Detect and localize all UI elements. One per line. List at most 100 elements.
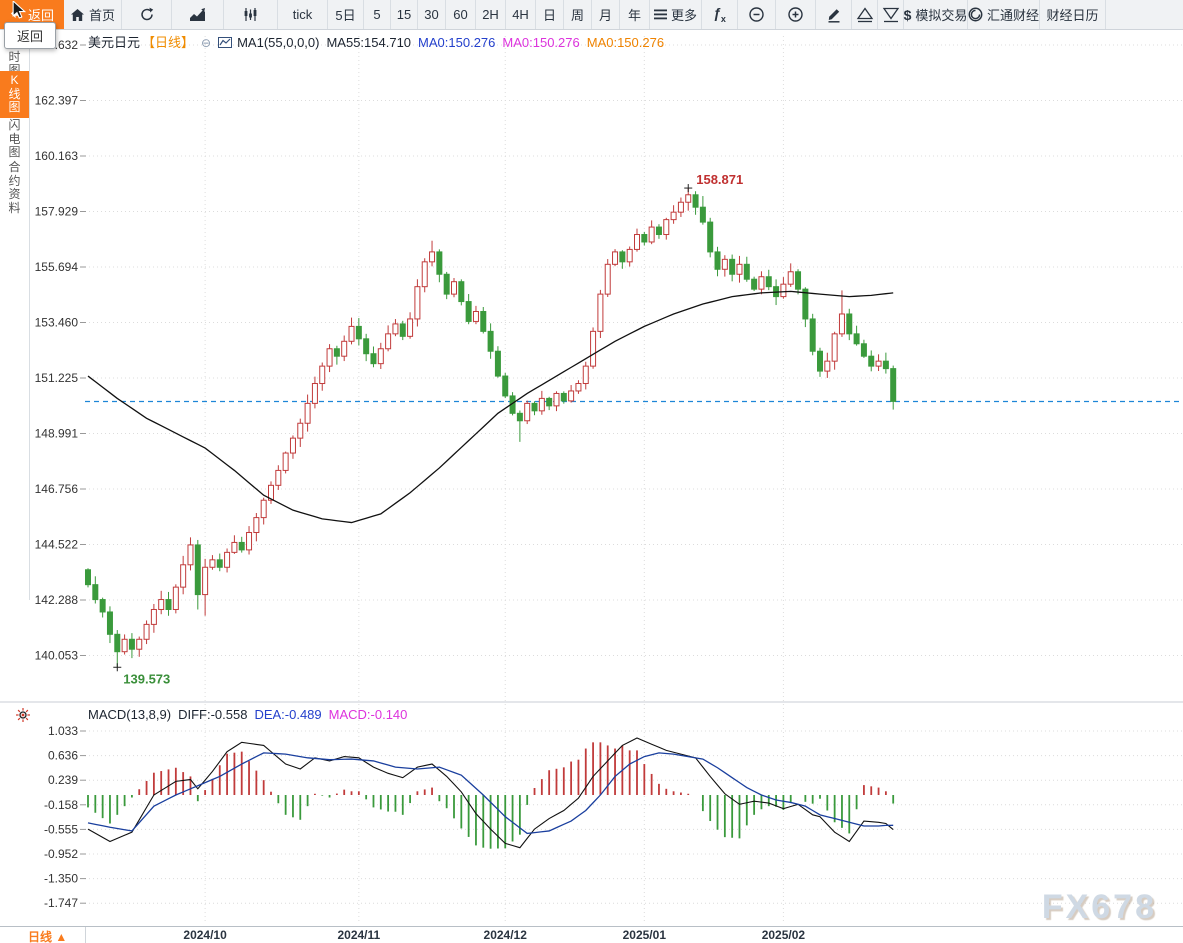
toolbar-tick-button[interactable]: tick — [278, 0, 328, 29]
toolbar-5d-button[interactable]: 5日 — [328, 0, 364, 29]
candle-body — [832, 334, 837, 361]
candle-body — [422, 262, 427, 287]
candle-body — [744, 264, 749, 279]
toolbar-15-button[interactable]: 15 — [391, 0, 418, 29]
candle-body — [400, 324, 405, 336]
toolbar-day-label: 日 — [543, 5, 556, 24]
candle-body — [737, 264, 742, 274]
toolbar-5-button[interactable]: 5 — [364, 0, 391, 29]
macd-value: MACD:-0.140 — [329, 707, 408, 722]
toolbar-60-button[interactable]: 60 — [446, 0, 476, 29]
price-axis-label: 153.460 — [35, 316, 79, 330]
candle-body — [752, 279, 757, 289]
macd-axis-label: 1.033 — [48, 724, 78, 738]
candle-body — [452, 282, 457, 294]
candle-body — [93, 585, 98, 600]
macd-axis-label: -1.350 — [44, 872, 78, 886]
candle-body — [598, 294, 603, 331]
toolbar-tick-label: tick — [293, 7, 313, 22]
toolbar-filler — [1106, 0, 1183, 29]
candle-body — [225, 552, 230, 567]
axis-separator — [85, 927, 86, 943]
indicator-settings-icon[interactable] — [16, 708, 30, 727]
candle-body — [576, 384, 581, 391]
toolbar-month-button[interactable]: 月 — [592, 0, 620, 29]
toolbar-zoom-in-button[interactable] — [776, 0, 816, 29]
candle-body — [839, 314, 844, 334]
toolbar-marker-up-button[interactable] — [852, 0, 878, 29]
diff-value: DIFF:-0.558 — [178, 707, 247, 722]
toolbar-4h-button[interactable]: 4H — [506, 0, 536, 29]
triangle-down-icon — [882, 7, 900, 23]
toolbar-marker-down-button[interactable] — [878, 0, 904, 29]
candle-body — [759, 277, 764, 289]
candle-body — [195, 545, 200, 595]
period-label: 【日线】 — [142, 35, 194, 50]
toolbar-day-button[interactable]: 日 — [536, 0, 564, 29]
candle-body — [188, 545, 193, 565]
price-axis-label: 142.288 — [35, 593, 79, 607]
candle-body — [693, 195, 698, 207]
ma55-value: MA55:154.710 — [326, 35, 411, 50]
candle-body — [203, 567, 208, 594]
toolbar-huitong-news-label: 汇通财经 — [987, 5, 1039, 24]
candle-body — [349, 326, 354, 341]
sidebar-item-kline-chart[interactable]: K 线 图 — [0, 71, 29, 118]
candle-body — [525, 403, 530, 420]
price-axis-label: 140.053 — [35, 649, 79, 663]
toolbar-calendar-button[interactable]: 财经日历 — [1040, 0, 1106, 29]
candle-body — [620, 252, 625, 262]
toolbar-week-button[interactable]: 周 — [564, 0, 592, 29]
toolbar-year-button[interactable]: 年 — [620, 0, 650, 29]
period-selector[interactable]: 日线 ▲ — [28, 928, 67, 943]
price-axis-label: 162.397 — [35, 94, 79, 108]
toolbar-2h-button[interactable]: 2H — [476, 0, 506, 29]
candle-body — [796, 272, 801, 289]
toolbar-refresh-button[interactable] — [122, 0, 172, 29]
toolbar-30-button[interactable]: 30 — [418, 0, 446, 29]
candle-body — [722, 259, 727, 269]
candle-body — [210, 560, 215, 567]
candle-body — [459, 282, 464, 302]
candle-body — [656, 227, 661, 234]
toolbar-4h-label: 4H — [512, 7, 529, 22]
indicator-box-icon[interactable] — [218, 35, 232, 50]
sidebar-item-contract-info[interactable]: 合 约 资 料 — [0, 158, 29, 218]
eye-toggle-icon[interactable]: ⊖ — [201, 36, 211, 50]
toolbar-line-chart-button[interactable] — [172, 0, 224, 29]
toolbar-candlestick-button[interactable] — [224, 0, 278, 29]
candle-body — [247, 533, 252, 550]
candle-body — [415, 287, 420, 319]
toolbar-huitong-news-button[interactable]: 汇通财经 — [968, 0, 1040, 29]
sidebar-item-lightning-chart[interactable]: 闪 电 图 — [0, 116, 29, 163]
price-axis-label: 146.756 — [35, 482, 79, 496]
candle-body — [217, 560, 222, 567]
toolbar-more-button[interactable]: 更多 — [650, 0, 702, 29]
candle-body — [378, 349, 383, 364]
low-marker — [113, 663, 121, 671]
toolbar-sim-trading-button[interactable]: $模拟交易 — [904, 0, 968, 29]
candle-body — [100, 600, 105, 612]
zoom-in-icon — [787, 6, 804, 23]
candle-body — [466, 302, 471, 322]
candle-body — [364, 339, 369, 354]
price-axis-label: 144.522 — [35, 538, 79, 552]
toolbar-home-button[interactable]: 首页 — [64, 0, 122, 29]
top-toolbar: 返回 首页tick5日51530602H4H日周月年更多ƒx$模拟交易汇通财经财… — [0, 0, 1183, 30]
x-axis-bar: 日线 ▲ 2024/102024/112024/122025/012025/02 — [0, 926, 1183, 943]
candle-body — [686, 195, 691, 202]
candle-body — [437, 252, 442, 274]
candle-body — [254, 518, 259, 533]
chart-canvas[interactable]: 164.632162.397160.163157.929155.694153.4… — [0, 30, 1183, 926]
candle-body — [854, 334, 859, 344]
toolbar-month-label: 月 — [599, 5, 612, 24]
toolbar-zoom-out-button[interactable] — [738, 0, 776, 29]
candle-body — [334, 349, 339, 356]
candle-body — [861, 344, 866, 356]
toolbar-fx-button[interactable]: ƒx — [702, 0, 738, 29]
candle-body — [517, 413, 522, 420]
toolbar-draw-button[interactable] — [816, 0, 852, 29]
candle-body — [532, 403, 537, 410]
candle-body — [708, 222, 713, 252]
toolbar-year-label: 年 — [628, 5, 641, 24]
